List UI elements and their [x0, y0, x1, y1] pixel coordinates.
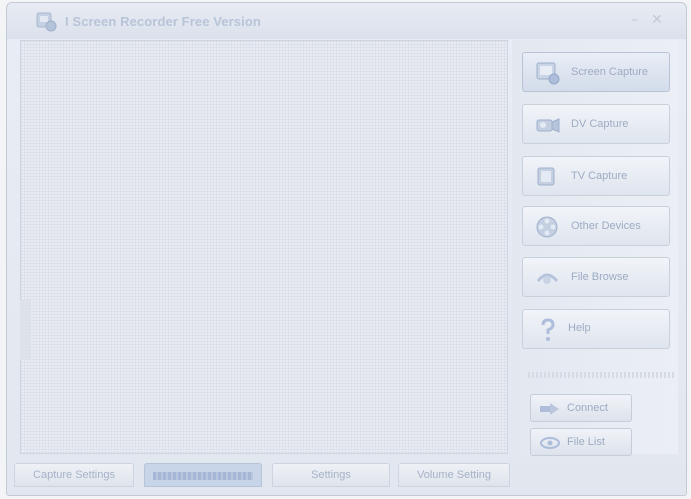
- tv-capture-label: TV Capture: [571, 170, 628, 182]
- file-browse-label: File Browse: [571, 271, 629, 283]
- divider: [528, 372, 674, 378]
- other-devices-button[interactable]: Other Devices: [522, 206, 670, 246]
- app-icon: [36, 12, 57, 32]
- tab-capture-settings[interactable]: Capture Settings: [14, 463, 134, 487]
- side-panel: [512, 40, 678, 454]
- screen-capture-label: Screen Capture: [571, 66, 649, 78]
- file-list-label: File List: [567, 436, 605, 448]
- file-list-button[interactable]: File List: [530, 428, 632, 456]
- connect-label: Connect: [567, 402, 608, 414]
- dv-camera-icon: [536, 118, 560, 133]
- screen-capture-icon: [536, 62, 560, 85]
- screen-capture-button[interactable]: Screen Capture: [522, 52, 670, 92]
- tab-settings[interactable]: Settings: [272, 463, 390, 487]
- dv-capture-button[interactable]: DV Capture: [522, 104, 670, 144]
- preview-edge: [20, 300, 30, 360]
- title-bar[interactable]: I Screen Recorder Free Version – ✕: [7, 3, 686, 39]
- window-title: I Screen Recorder Free Version: [65, 14, 261, 29]
- file-browse-icon: [536, 273, 559, 284]
- film-reel-icon: [536, 216, 558, 238]
- connect-button[interactable]: Connect: [530, 394, 632, 422]
- help-icon: [541, 318, 555, 341]
- tab-selected-label: [153, 472, 253, 480]
- tab-volume-setting[interactable]: Volume Setting: [398, 463, 510, 487]
- close-button[interactable]: ✕: [649, 12, 665, 28]
- file-list-icon: [540, 437, 560, 449]
- help-button[interactable]: Help: [522, 309, 670, 349]
- help-label: Help: [568, 322, 591, 334]
- bottom-tab-bar: Capture Settings Settings Volume Setting: [14, 463, 512, 487]
- file-browse-button[interactable]: File Browse: [522, 257, 670, 297]
- tv-capture-button[interactable]: TV Capture: [522, 156, 670, 196]
- capture-preview-area: [20, 40, 508, 454]
- tab-selected[interactable]: [144, 463, 262, 487]
- minimize-button[interactable]: –: [627, 12, 643, 28]
- tv-icon: [537, 167, 555, 186]
- dv-capture-label: DV Capture: [571, 118, 629, 130]
- other-devices-label: Other Devices: [571, 220, 641, 232]
- connect-icon: [540, 403, 559, 415]
